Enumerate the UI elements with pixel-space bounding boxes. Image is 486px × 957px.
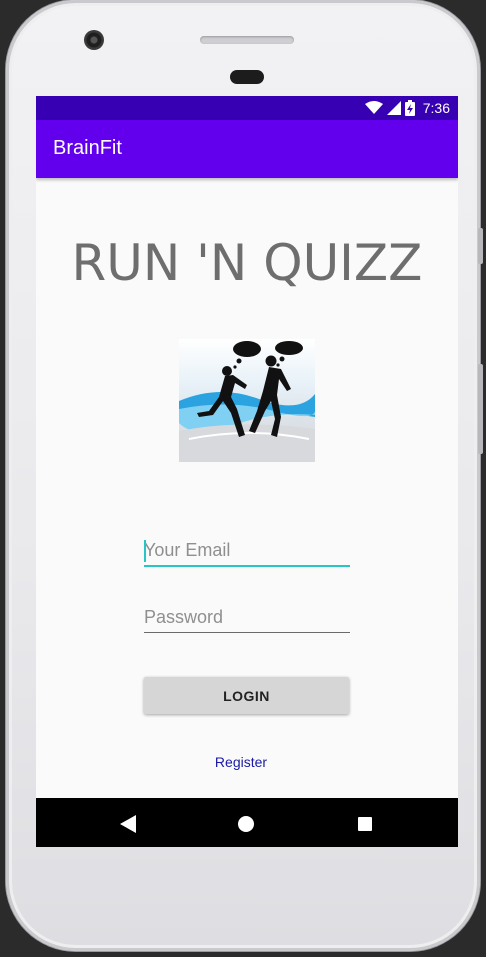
navigation-bar [36,798,458,847]
front-camera [84,30,104,50]
signal-icon [386,101,401,115]
password-field-container [144,607,350,633]
email-field[interactable] [144,540,350,565]
status-clock: 7:36 [422,100,450,116]
password-field[interactable] [144,607,350,632]
text-cursor [144,540,146,562]
status-bar: 7:36 [36,96,458,120]
runners-logo-image [179,339,315,462]
screen: 7:36 BrainFit RUN 'N QUIZZ Your Email LO… [36,96,458,847]
email-field-container [144,540,350,567]
back-icon[interactable] [120,815,136,833]
page-headline: RUN 'N QUIZZ [71,234,423,292]
proximity-sensor [230,70,264,84]
recents-icon[interactable] [358,817,372,831]
home-icon[interactable] [238,816,254,832]
register-link[interactable]: Register [36,754,446,770]
phone-frame: 7:36 BrainFit RUN 'N QUIZZ Your Email LO… [6,0,483,951]
earpiece-speaker [200,36,294,44]
wifi-icon [364,101,383,114]
app-bar: BrainFit [36,120,458,178]
app-title: BrainFit [53,137,122,159]
battery-charging-icon [404,100,415,116]
power-button[interactable] [478,364,483,454]
login-button[interactable]: LOGIN [144,677,349,714]
volume-button[interactable] [478,228,483,264]
